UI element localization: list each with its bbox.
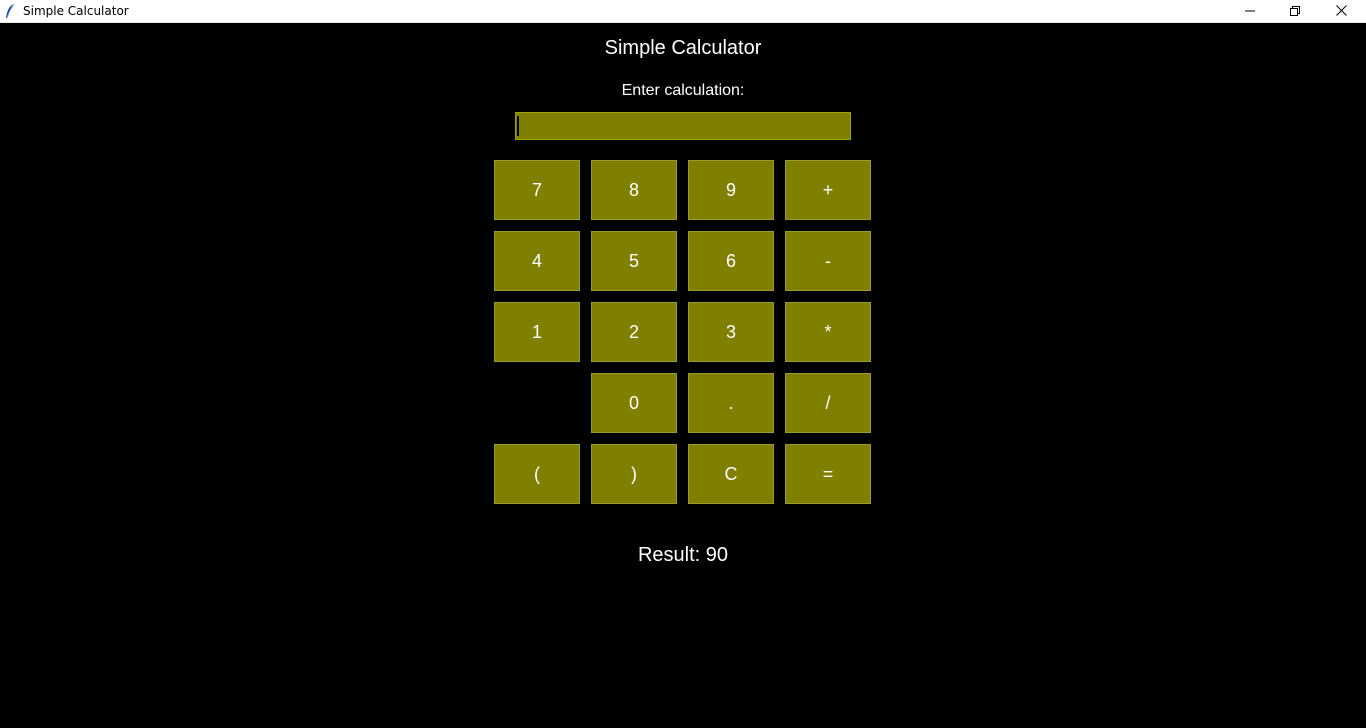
key-9-button[interactable]: 9: [688, 160, 774, 220]
close-button[interactable]: [1318, 0, 1364, 23]
key-4-button[interactable]: 4: [494, 231, 580, 291]
key-0-button[interactable]: 0: [591, 373, 677, 433]
app-heading: Simple Calculator: [604, 37, 762, 59]
calculation-input[interactable]: [515, 112, 851, 140]
minimize-button[interactable]: [1227, 0, 1273, 23]
key-6-button[interactable]: 6: [688, 231, 774, 291]
key-close-paren-button[interactable]: ): [591, 444, 677, 504]
result-label: Result: 90: [637, 544, 729, 566]
key-7-button[interactable]: 7: [494, 160, 580, 220]
close-icon: [1335, 3, 1347, 21]
key-3-button[interactable]: 3: [688, 302, 774, 362]
key-5-button[interactable]: 5: [591, 231, 677, 291]
key-decimal-button[interactable]: .: [688, 373, 774, 433]
key-2-button[interactable]: 2: [591, 302, 677, 362]
title-bar: Simple Calculator: [0, 0, 1366, 23]
entry-prompt-label: Enter calculation:: [621, 82, 745, 99]
key-1-button[interactable]: 1: [494, 302, 580, 362]
text-caret: [517, 116, 519, 136]
key-multiply-button[interactable]: *: [785, 302, 871, 362]
key-8-button[interactable]: 8: [591, 160, 677, 220]
feather-icon: [4, 3, 16, 20]
key-divide-button[interactable]: /: [785, 373, 871, 433]
clear-button[interactable]: C: [688, 444, 774, 504]
restore-icon: [1290, 3, 1300, 21]
key-open-paren-button[interactable]: (: [494, 444, 580, 504]
restore-button[interactable]: [1272, 0, 1318, 23]
equals-button[interactable]: =: [785, 444, 871, 504]
key-minus-button[interactable]: -: [785, 231, 871, 291]
key-plus-button[interactable]: +: [785, 160, 871, 220]
minimize-icon: [1245, 3, 1255, 21]
window-title: Simple Calculator: [23, 4, 129, 18]
calculator-window: Simple Calculator Enter calculation: 7 8…: [0, 23, 1366, 728]
